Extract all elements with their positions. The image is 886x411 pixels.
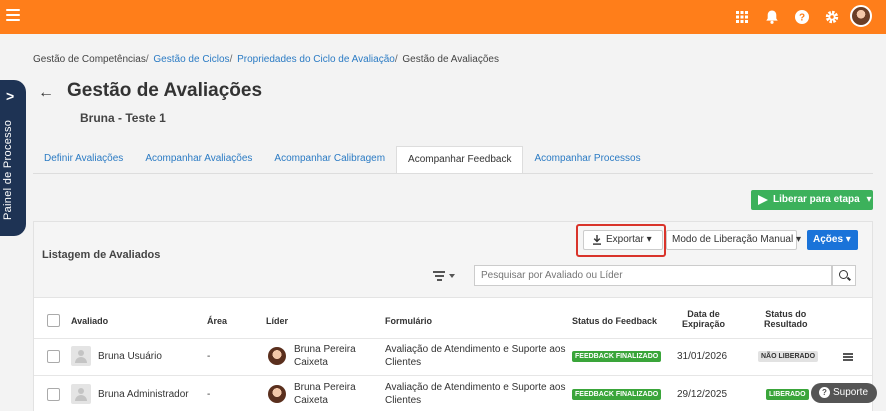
row-divider [34,375,872,376]
breadcrumb-current: Gestão de Avaliações [402,54,499,65]
caret-down-icon: ▾ [866,194,872,205]
export-highlight-box [576,224,666,257]
cell-formulario: Avaliação de Atendimento e Suporte aos C… [385,382,566,406]
send-icon [758,195,768,205]
modo-label: Modo de Liberação Manual [672,234,794,245]
top-bar: ? [0,0,886,34]
column-header-area[interactable]: Área [207,316,227,326]
filter-sort-icon[interactable] [433,268,457,284]
caret-down-icon: ▾ [795,234,802,245]
leader-avatar [268,347,286,365]
tab-acompanhar-avaliacoes[interactable]: Acompanhar Avaliações [134,146,263,174]
bell-icon[interactable] [764,9,780,25]
process-panel-tab[interactable]: > Painel de Processo [0,80,26,236]
tab-acompanhar-calibragem[interactable]: Acompanhar Calibragem [263,146,396,174]
apps-grid-icon[interactable] [734,9,750,25]
cell-area: - [207,389,211,400]
search-input[interactable] [474,265,832,286]
column-header-status-feedback[interactable]: Status do Feedback [572,316,657,326]
breadcrumb-separator: / [145,54,149,65]
tab-bar: Definir Avaliações Acompanhar Avaliações… [33,146,652,174]
list-details-icon[interactable] [843,353,853,361]
cell-lider: Bruna Pereira Caixeta [294,382,356,406]
breadcrumb-separator: / [394,54,398,65]
breadcrumb: Gestão de Competências/ Gestão de Ciclos… [33,54,499,65]
tab-divider [33,173,873,174]
avatar-placeholder-icon [71,346,91,366]
avaliados-panel: Listagem de Avaliados Exportar ▾ Modo de… [33,221,873,411]
row-checkbox[interactable] [47,388,60,401]
row-checkbox[interactable] [47,350,60,363]
breadcrumb-separator: / [229,54,233,65]
gear-icon[interactable] [824,9,840,25]
column-header-status-resultado[interactable]: Status do Resultado [764,309,808,329]
select-all-checkbox[interactable] [47,314,60,327]
cell-data-expiracao: 31/01/2026 [677,351,728,362]
svg-text:?: ? [799,13,805,24]
chevron-right-icon: > [6,88,15,104]
help-circle-icon: ? [819,387,830,398]
breadcrumb-link[interactable]: Propriedades do Ciclo de Avaliação [237,54,395,65]
liberar-label: Liberar para etapa [773,194,860,205]
breadcrumb-link[interactable]: Gestão de Ciclos [153,54,229,65]
modo-liberacao-button[interactable]: Modo de Liberação Manual ▾ [666,230,801,250]
breadcrumb-item[interactable]: Gestão de Competências [33,54,146,65]
leader-avatar [268,385,286,403]
support-button[interactable]: ? Suporte [811,383,877,403]
hamburger-menu-icon[interactable] [6,9,20,21]
list-title: Listagem de Avaliados [42,249,161,261]
tab-acompanhar-feedback[interactable]: Acompanhar Feedback [396,146,524,174]
column-header-avaliado[interactable]: Avaliado [71,316,108,326]
status-badge: FEEDBACK FINALIZADO [572,389,662,400]
tab-definir-avaliacoes[interactable]: Definir Avaliações [33,146,134,174]
page-subtitle: Bruna - Teste 1 [80,111,166,125]
cell-data-expiracao: 29/12/2025 [677,389,728,400]
column-header-data-expiracao[interactable]: Data de Expiração [682,309,725,329]
avatar-placeholder-icon [71,384,91,404]
cell-lider: Bruna Pereira Caixeta [294,344,356,368]
support-label: Suporte [833,387,869,398]
back-arrow-icon[interactable]: ← [38,84,54,102]
cell-avaliado: Bruna Usuário [98,351,162,362]
help-icon[interactable]: ? [794,9,810,25]
row-divider [34,338,872,339]
cell-area: - [207,351,211,362]
liberar-para-etapa-button[interactable]: Liberar para etapa ▾ [751,190,873,210]
cell-formulario: Avaliação de Atendimento e Suporte aos C… [385,344,566,368]
cell-avaliado: Bruna Administrador [98,389,189,400]
status-badge: FEEDBACK FINALIZADO [572,351,662,362]
status-badge: LIBERADO [766,389,809,400]
tab-acompanhar-processos[interactable]: Acompanhar Processos [523,146,651,174]
page-title: Gestão de Avaliações [67,80,263,101]
acoes-label: Ações [813,234,844,245]
acoes-button[interactable]: Ações ▾ [807,230,858,250]
user-avatar[interactable] [850,5,872,27]
search-button[interactable] [832,265,856,286]
caret-down-icon: ▾ [845,234,851,245]
column-header-lider[interactable]: Líder [266,316,288,326]
process-panel-label: Painel de Processo [2,119,14,220]
status-badge: NÃO LIBERADO [758,351,819,362]
column-header-formulario[interactable]: Formulário [385,316,432,326]
